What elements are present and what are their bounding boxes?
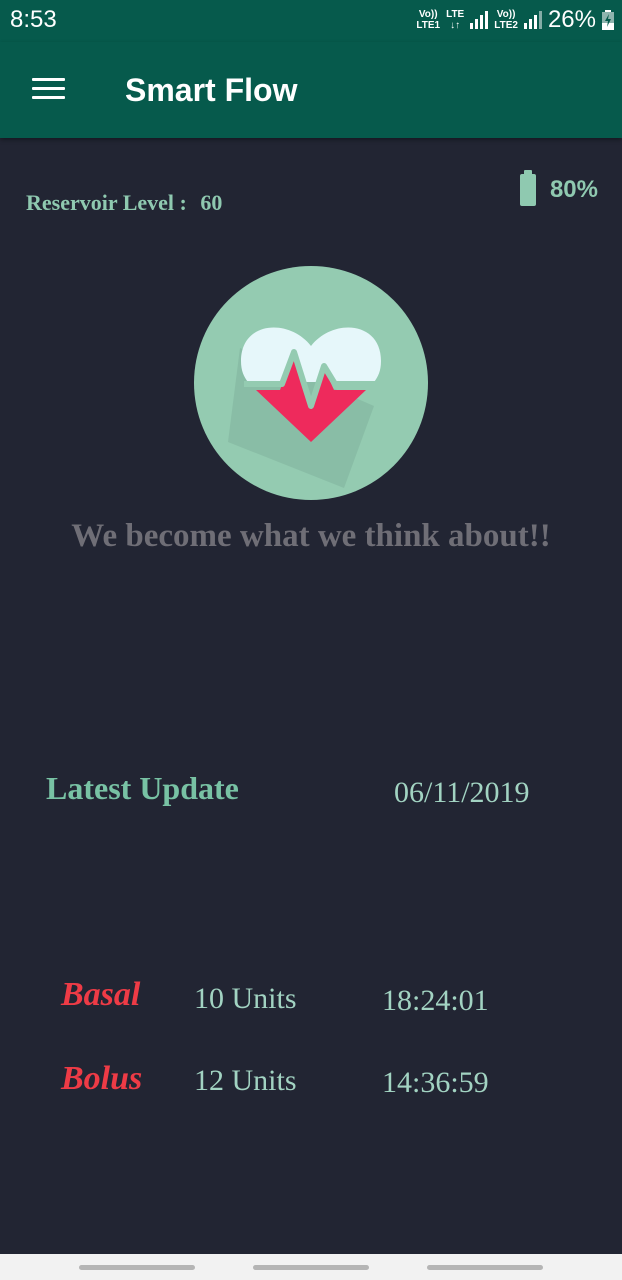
record-row-bolus: Bolus 12 Units 14:36:59 <box>0 1060 622 1110</box>
status-time: 8:53 <box>10 6 57 34</box>
battery-percent: 80% <box>550 176 598 204</box>
record-type: Basal <box>61 976 140 1014</box>
motivational-quote: We become what we think about!! <box>0 518 622 555</box>
menu-icon[interactable] <box>32 78 65 102</box>
record-units: 12 Units <box>194 1064 297 1098</box>
record-row-basal: Basal 10 Units 18:24:01 <box>0 976 622 1026</box>
reservoir-level: Reservoir Level : 60 <box>26 190 222 216</box>
nav-back-button[interactable] <box>427 1265 543 1270</box>
app-bar: Smart Flow <box>0 42 622 138</box>
status-indicators: Vo)) LTE1 LTE ↓↑ Vo)) LTE2 26% <box>416 6 614 34</box>
record-units: 10 Units <box>194 982 297 1016</box>
latest-update-label: Latest Update <box>46 770 239 807</box>
app-title: Smart Flow <box>125 72 297 109</box>
signal-icon <box>524 11 542 29</box>
record-time: 14:36:59 <box>382 1066 489 1100</box>
signal-icon <box>470 11 488 29</box>
record-time: 18:24:01 <box>382 984 489 1018</box>
battery-icon <box>520 174 536 206</box>
reservoir-value: 60 <box>200 190 222 215</box>
lte-indicator: LTE ↓↑ <box>446 9 464 31</box>
system-nav-bar <box>0 1254 622 1280</box>
charging-battery-icon <box>602 10 614 30</box>
sim1-indicator: Vo)) LTE1 <box>416 9 440 31</box>
status-bar: 8:53 Vo)) LTE1 LTE ↓↑ Vo)) LTE2 26% <box>0 0 622 42</box>
heart-pulse-logo <box>194 266 428 500</box>
device-battery: 80% <box>520 174 598 206</box>
nav-home-button[interactable] <box>253 1265 369 1270</box>
nav-recents-button[interactable] <box>79 1265 195 1270</box>
record-type: Bolus <box>61 1060 142 1098</box>
latest-update-date: 06/11/2019 <box>394 776 530 810</box>
sim2-indicator: Vo)) LTE2 <box>494 9 518 31</box>
reservoir-label: Reservoir Level : <box>26 190 187 215</box>
status-battery-percent: 26% <box>548 6 596 34</box>
